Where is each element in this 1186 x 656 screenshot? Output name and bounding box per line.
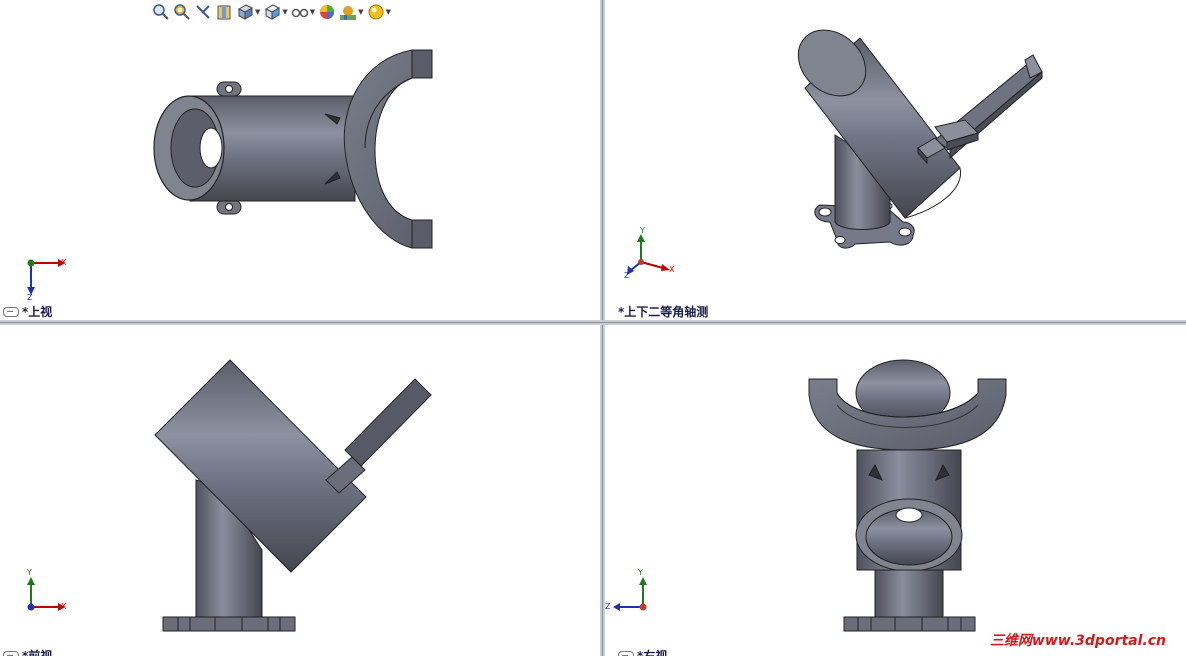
triad-y-label: Y	[27, 568, 32, 577]
view-label-isometric[interactable]: *上下二等角轴测	[618, 303, 708, 320]
display-style-icon[interactable]: ▼	[263, 3, 288, 21]
triad-z-label: Z	[605, 602, 611, 611]
model-front-view	[154, 359, 432, 632]
viewport-horizontal-splitter[interactable]	[0, 320, 1186, 325]
heads-up-view-toolbar: ▼ ▼ ▼ ▼ ▼	[152, 2, 391, 22]
viewport-right[interactable]: Y Z *右视 三维网www.3dportal.cn	[605, 325, 1186, 656]
viewport-vertical-splitter[interactable]	[600, 0, 605, 656]
previous-view-icon[interactable]	[194, 3, 212, 21]
view-settings-icon[interactable]: ▼	[367, 3, 391, 21]
view-label-top[interactable]: *上视	[3, 303, 52, 320]
model-top-view	[153, 49, 433, 249]
zoom-to-fit-icon[interactable]	[152, 3, 170, 21]
section-view-icon[interactable]	[215, 3, 233, 21]
link-views-icon[interactable]	[3, 650, 19, 656]
zoom-to-area-icon[interactable]	[173, 3, 191, 21]
triad-y-label: Y	[638, 568, 643, 577]
watermark: 三维网www.3dportal.cn	[989, 633, 1166, 649]
triad-isometric	[627, 234, 670, 275]
link-views-icon[interactable]	[3, 306, 19, 317]
model-isometric-view	[797, 29, 1043, 249]
viewport-top[interactable]: X Z *上视 ▼ ▼ ▼ ▼ ▼	[0, 0, 600, 320]
hide-show-items-icon[interactable]: ▼	[291, 3, 315, 21]
triad-front	[27, 577, 65, 611]
triad-x-label: X	[61, 602, 67, 611]
model-right-view	[808, 359, 1007, 632]
link-views-icon[interactable]	[618, 650, 634, 656]
apply-scene-icon[interactable]: ▼	[339, 3, 364, 21]
view-orientation-icon[interactable]: ▼	[236, 3, 260, 21]
edit-appearance-icon[interactable]	[318, 3, 336, 21]
view-label-right[interactable]: *右视	[618, 647, 667, 656]
triad-x-label: X	[61, 258, 67, 267]
viewport-isometric[interactable]: Y X Z *上下二等角轴测	[605, 0, 1186, 320]
triad-x-label: X	[669, 265, 675, 274]
triad-z-label: Z	[27, 293, 33, 302]
triad-right	[613, 577, 647, 611]
triad-z-label: Z	[624, 271, 630, 280]
triad-y-label: Y	[640, 226, 645, 235]
viewport-front[interactable]: Y X *前视	[0, 325, 600, 656]
view-label-front[interactable]: *前视	[3, 647, 52, 656]
